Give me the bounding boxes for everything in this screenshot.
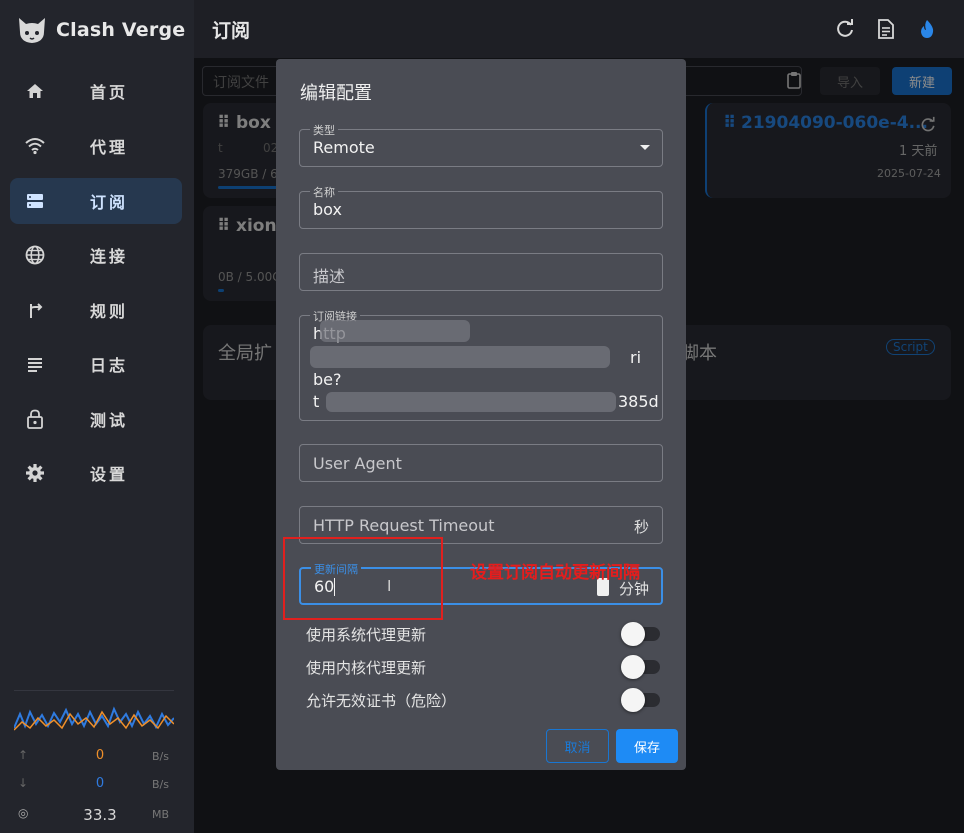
home-icon: [24, 80, 46, 102]
gear-icon: [24, 462, 46, 484]
storage-icon: [24, 190, 46, 212]
name-field[interactable]: 名称 box: [299, 184, 663, 229]
redaction-blur: [320, 320, 470, 342]
memory-row: ◎ 33.3 MB: [14, 806, 176, 824]
dropdown-arrow-icon: [640, 145, 650, 150]
download-unit: B/s: [152, 778, 169, 791]
switch-label: 使用内核代理更新: [306, 659, 427, 677]
memory-icon: ◎: [18, 806, 29, 820]
download-row: ↓ 0 B/s: [14, 776, 176, 794]
memory-unit: MB: [152, 808, 170, 821]
lock-icon: [24, 408, 46, 430]
type-label: 类型: [310, 122, 338, 138]
type-value: Remote: [313, 138, 375, 157]
highlight-box: [283, 537, 443, 620]
globe-icon: [24, 244, 46, 266]
sidebar-item-label: 首页: [90, 83, 129, 102]
description-field[interactable]: 描述: [299, 253, 663, 291]
cancel-button[interactable]: 取消: [546, 729, 609, 763]
redaction-blur: [310, 346, 610, 368]
subscription-url-field[interactable]: 订阅链接 http ri be? t 385d: [299, 308, 663, 421]
app-logo: Clash Verge: [16, 14, 185, 46]
sidebar-item-label: 日志: [90, 356, 129, 375]
url-line-3: be?: [313, 370, 342, 389]
sidebar-item-test[interactable]: 测试: [10, 396, 182, 442]
fork-icon: [24, 299, 46, 321]
sidebar-item-label: 订阅: [90, 193, 129, 212]
sidebar-item-label: 设置: [90, 465, 129, 484]
user-agent-placeholder: User Agent: [313, 454, 402, 473]
dialog-title: 编辑配置: [300, 83, 372, 104]
save-button[interactable]: 保存: [616, 729, 678, 763]
page-title: 订阅: [212, 20, 251, 42]
allow-invalid-cert-toggle[interactable]: [621, 687, 662, 713]
name-label: 名称: [310, 184, 338, 200]
user-agent-field[interactable]: User Agent: [299, 444, 663, 482]
type-select[interactable]: 类型 Remote: [299, 122, 663, 167]
name-value: box: [313, 200, 342, 219]
url-line-4: t: [313, 392, 320, 411]
document-icon[interactable]: [875, 18, 897, 40]
switch-label: 允许无效证书（危险）: [306, 692, 457, 710]
upload-row: ↑ 0 B/s: [14, 748, 176, 766]
timeout-placeholder: HTTP Request Timeout: [313, 516, 495, 535]
system-proxy-update-row: 使用系统代理更新: [306, 621, 662, 649]
sidebar-item-settings[interactable]: 设置: [10, 450, 182, 496]
flame-icon[interactable]: [916, 18, 938, 40]
url-line-4-end: 385d: [618, 392, 659, 411]
upload-unit: B/s: [152, 750, 169, 763]
cat-logo-icon: [19, 18, 45, 43]
header: 订阅: [194, 0, 964, 58]
sidebar-item-subscriptions[interactable]: 订阅: [10, 178, 182, 224]
sidebar-item-label: 规则: [90, 302, 129, 321]
sidebar: Clash Verge 首页 代理 订阅 连接 规则 日志 测试 设置 ↑ 0 …: [0, 0, 194, 833]
timeout-suffix: 秒: [633, 518, 649, 536]
arrow-down-icon: ↓: [18, 776, 29, 790]
sidebar-item-rules[interactable]: 规则: [10, 287, 182, 333]
list-icon: [24, 353, 46, 375]
switch-label: 使用系统代理更新: [306, 626, 427, 644]
download-value: 0: [95, 776, 105, 791]
annotation-text: 设置订阅自动更新间隔: [470, 563, 640, 583]
memory-value: 33.3: [83, 806, 117, 824]
sidebar-item-logs[interactable]: 日志: [10, 341, 182, 387]
sidebar-item-connections[interactable]: 连接: [10, 232, 182, 278]
app-name: Clash Verge: [56, 19, 186, 41]
system-proxy-update-toggle[interactable]: [621, 621, 662, 647]
upload-value: 0: [95, 748, 105, 763]
traffic-graph: [14, 706, 174, 731]
core-proxy-update-row: 使用内核代理更新: [306, 654, 662, 682]
redaction-blur: [326, 392, 616, 412]
sidebar-item-label: 连接: [90, 247, 129, 266]
sidebar-item-label: 测试: [90, 411, 129, 430]
sidebar-item-proxy[interactable]: 代理: [10, 123, 182, 169]
wifi-icon: [24, 135, 46, 157]
divider: [14, 690, 174, 691]
sidebar-item-home[interactable]: 首页: [10, 68, 182, 114]
description-placeholder: 描述: [313, 267, 346, 286]
core-proxy-update-toggle[interactable]: [621, 654, 662, 680]
arrow-up-icon: ↑: [18, 748, 29, 762]
allow-invalid-cert-row: 允许无效证书（危险）: [306, 687, 662, 715]
traffic-panel: ↑ 0 B/s ↓ 0 B/s ◎ 33.3 MB: [14, 690, 176, 830]
sidebar-item-label: 代理: [90, 138, 129, 157]
edit-profile-dialog: 编辑配置 类型 Remote 名称 box 描述 订阅链接 http ri be…: [276, 59, 686, 770]
url-line-2: ri: [630, 348, 642, 367]
refresh-icon[interactable]: [834, 18, 856, 40]
